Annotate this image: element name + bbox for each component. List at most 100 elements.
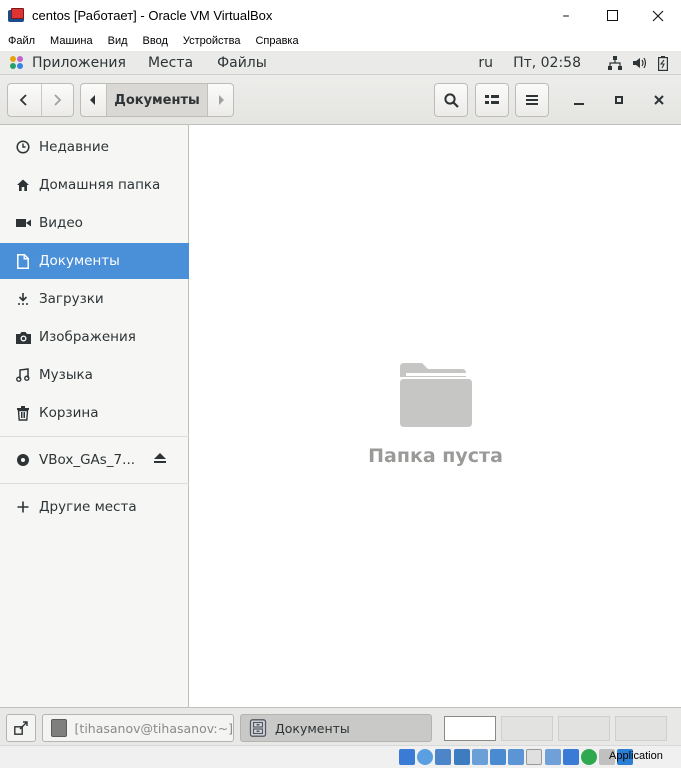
window-minimize-button[interactable] <box>562 83 596 117</box>
triangle-right-icon <box>218 95 224 105</box>
search-icon <box>443 92 459 108</box>
vbox-menu-bar: Файл Машина Вид Ввод Устройства Справка <box>0 31 681 51</box>
hard-disk-icon[interactable] <box>399 749 415 765</box>
host-title-bar: centos [Работает] - Oracle VM VirtualBox… <box>0 0 681 31</box>
sidebar-item-label: Изображения <box>39 329 136 345</box>
menu-devices[interactable]: Устройства <box>183 35 241 47</box>
taskbar-item-files[interactable]: Документы <box>240 714 432 742</box>
display-icon[interactable] <box>508 749 525 765</box>
keyboard-language[interactable]: ru <box>478 55 493 71</box>
recording-icon[interactable] <box>526 749 543 765</box>
list-view-icon <box>485 95 499 104</box>
music-icon <box>15 367 31 383</box>
menu-help[interactable]: Справка <box>255 35 298 47</box>
menu-input[interactable]: Ввод <box>143 35 168 47</box>
home-icon <box>15 177 31 193</box>
navigation-buttons <box>7 83 74 117</box>
cpu-icon[interactable] <box>544 749 561 765</box>
sidebar-item-label: Домашняя папка <box>39 177 161 193</box>
empty-folder-message: Папка пуста <box>368 445 503 467</box>
forward-button[interactable] <box>40 84 74 116</box>
terminal-icon <box>51 719 67 737</box>
window-maximize-button[interactable] <box>602 83 636 117</box>
file-cabinet-icon <box>249 719 267 737</box>
network-icon[interactable] <box>453 749 470 765</box>
sidebar-item-videos[interactable]: Видео <box>0 205 189 241</box>
window-title: centos [Работает] - Oracle VM VirtualBox <box>32 8 273 23</box>
search-button[interactable] <box>434 83 468 117</box>
minimize-icon <box>574 103 584 105</box>
video-icon <box>15 215 31 231</box>
sidebar-item-label: Музыка <box>39 367 93 383</box>
close-icon[interactable] <box>635 0 681 31</box>
audio-icon[interactable] <box>435 749 452 765</box>
sidebar-item-trash[interactable]: Корзина <box>0 395 189 431</box>
path-right-arrow[interactable] <box>208 84 233 116</box>
mouse-integration-icon[interactable] <box>580 749 597 765</box>
workspace-3[interactable] <box>558 716 610 741</box>
battery-icon[interactable] <box>655 55 671 71</box>
files-header-bar: Документы <box>0 75 681 125</box>
hamburger-icon <box>526 95 538 105</box>
sidebar-divider <box>0 483 189 484</box>
workspace-4[interactable] <box>615 716 667 741</box>
usb-icon[interactable] <box>471 749 488 765</box>
trash-icon <box>15 405 31 421</box>
sidebar-item-label: Видео <box>39 215 83 231</box>
menu-file[interactable]: Файл <box>8 35 35 47</box>
path-crumb-current[interactable]: Документы <box>105 84 209 116</box>
eject-icon[interactable] <box>153 452 169 468</box>
close-icon <box>654 95 664 105</box>
minimize-icon[interactable]: – <box>543 0 589 31</box>
sidebar-item-other-places[interactable]: Другие места <box>0 489 189 525</box>
sidebar-item-label: Другие места <box>39 499 137 515</box>
chevron-right-icon <box>54 94 62 106</box>
maximize-icon[interactable] <box>589 0 635 31</box>
sidebar-item-downloads[interactable]: Загрузки <box>0 281 189 317</box>
sidebar-item-label: VBox_GAs_7... <box>39 452 136 468</box>
places-sidebar: Недавние Домашняя папка Видео Документы … <box>0 125 189 707</box>
gnome-foot-icon <box>10 55 24 70</box>
menu-button[interactable] <box>515 83 549 117</box>
taskbar-item-label: [tihasanov@tihasanov:~] <box>74 720 233 736</box>
workspace-1[interactable] <box>444 716 496 741</box>
network-wired-icon[interactable] <box>607 55 623 71</box>
applications-menu[interactable]: Приложения <box>32 55 126 71</box>
triangle-left-icon <box>90 95 96 105</box>
sidebar-item-documents[interactable]: Документы <box>0 243 189 279</box>
volume-icon[interactable] <box>631 55 647 71</box>
clock[interactable]: Пт, 02:58 <box>513 55 581 71</box>
files-app-menu[interactable]: Файлы <box>217 55 267 71</box>
plus-icon <box>15 499 31 515</box>
show-desktop-button[interactable] <box>6 714 36 742</box>
menu-machine[interactable]: Машина <box>50 35 93 47</box>
disc-icon <box>15 452 31 468</box>
path-left-arrow[interactable] <box>81 84 106 116</box>
sidebar-item-label: Документы <box>39 253 120 269</box>
back-button[interactable] <box>8 84 41 116</box>
path-bar: Документы <box>80 83 234 117</box>
sidebar-item-label: Недавние <box>39 139 109 155</box>
empty-folder-icon <box>400 363 472 427</box>
sidebar-item-recent[interactable]: Недавние <box>0 129 189 165</box>
file-view[interactable]: Папка пуста <box>190 125 681 707</box>
window-close-button[interactable] <box>642 83 676 117</box>
window-list-taskbar: [tihasanov@tihasanov:~] Документы <box>0 707 681 745</box>
sidebar-item-pictures[interactable]: Изображения <box>0 319 189 355</box>
sidebar-item-label: Загрузки <box>39 291 104 307</box>
menu-view[interactable]: Вид <box>108 35 128 47</box>
taskbar-item-terminal[interactable]: [tihasanov@tihasanov:~] <box>42 714 234 742</box>
optical-drive-icon[interactable] <box>417 749 434 765</box>
maximize-icon <box>615 96 623 104</box>
sidebar-item-home[interactable]: Домашняя папка <box>0 167 189 203</box>
taskbar-item-label: Документы <box>275 720 350 736</box>
workspace-2[interactable] <box>501 716 553 741</box>
chevron-left-icon <box>19 94 27 106</box>
shared-folders-icon[interactable] <box>489 749 506 765</box>
sidebar-item-music[interactable]: Музыка <box>0 357 189 393</box>
gnome-top-bar: Приложения Места Файлы ru Пт, 02:58 <box>0 51 681 75</box>
vm-window-icon[interactable] <box>562 749 579 765</box>
view-mode-button[interactable] <box>475 83 509 117</box>
places-menu[interactable]: Места <box>148 55 193 71</box>
sidebar-item-vbox-disc[interactable]: VBox_GAs_7... <box>0 442 189 478</box>
